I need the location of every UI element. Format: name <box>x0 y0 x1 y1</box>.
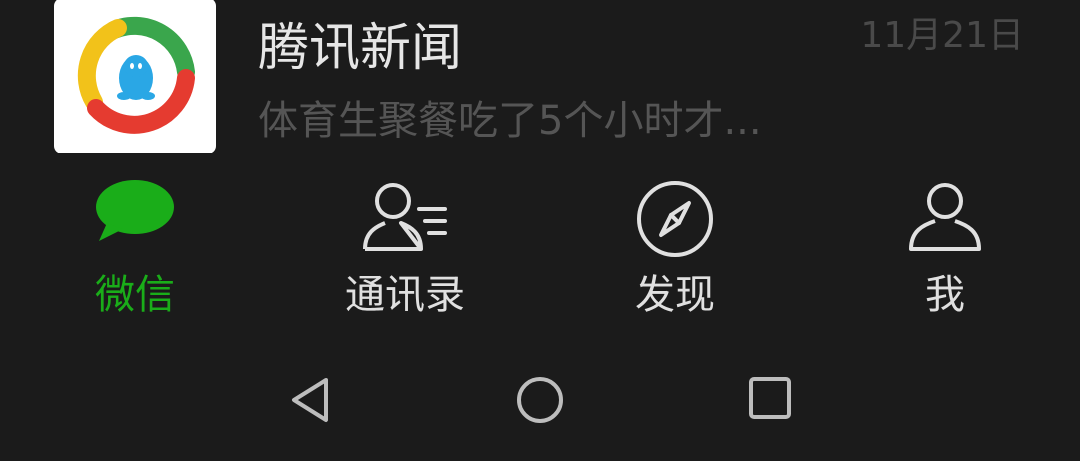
contacts-icon <box>363 183 447 251</box>
compass-icon <box>637 181 713 257</box>
tab-contacts[interactable]: 通讯录 <box>270 153 540 340</box>
home-button[interactable] <box>500 340 580 461</box>
chat-list-item[interactable]: 腾讯新闻 体育生聚餐吃了5个小时才... 11月21日 <box>0 0 1080 154</box>
chat-title: 腾讯新闻 <box>258 19 463 78</box>
chat-bubble-icon <box>96 180 174 241</box>
chat-preview: 体育生聚餐吃了5个小时才... <box>258 98 762 144</box>
recents-button[interactable] <box>730 340 810 461</box>
person-icon <box>909 183 981 251</box>
system-navigation-bar <box>0 340 1080 461</box>
chat-timestamp: 11月21日 <box>860 15 1024 56</box>
recents-icon <box>749 377 791 419</box>
tab-chats[interactable]: 微信 <box>0 153 270 340</box>
back-icon <box>292 378 328 422</box>
tab-label: 通讯录 <box>345 272 465 318</box>
tab-label: 我 <box>925 272 965 318</box>
tencent-news-logo-icon <box>77 16 195 134</box>
tab-me[interactable]: 我 <box>810 153 1080 340</box>
avatar <box>54 0 216 154</box>
bottom-tab-bar: 微信 通讯录 发现 我 <box>0 153 1080 340</box>
home-icon <box>517 377 563 423</box>
tab-discover[interactable]: 发现 <box>540 153 810 340</box>
tab-label: 发现 <box>635 272 715 318</box>
back-button[interactable] <box>270 340 350 461</box>
tab-label: 微信 <box>95 272 175 318</box>
